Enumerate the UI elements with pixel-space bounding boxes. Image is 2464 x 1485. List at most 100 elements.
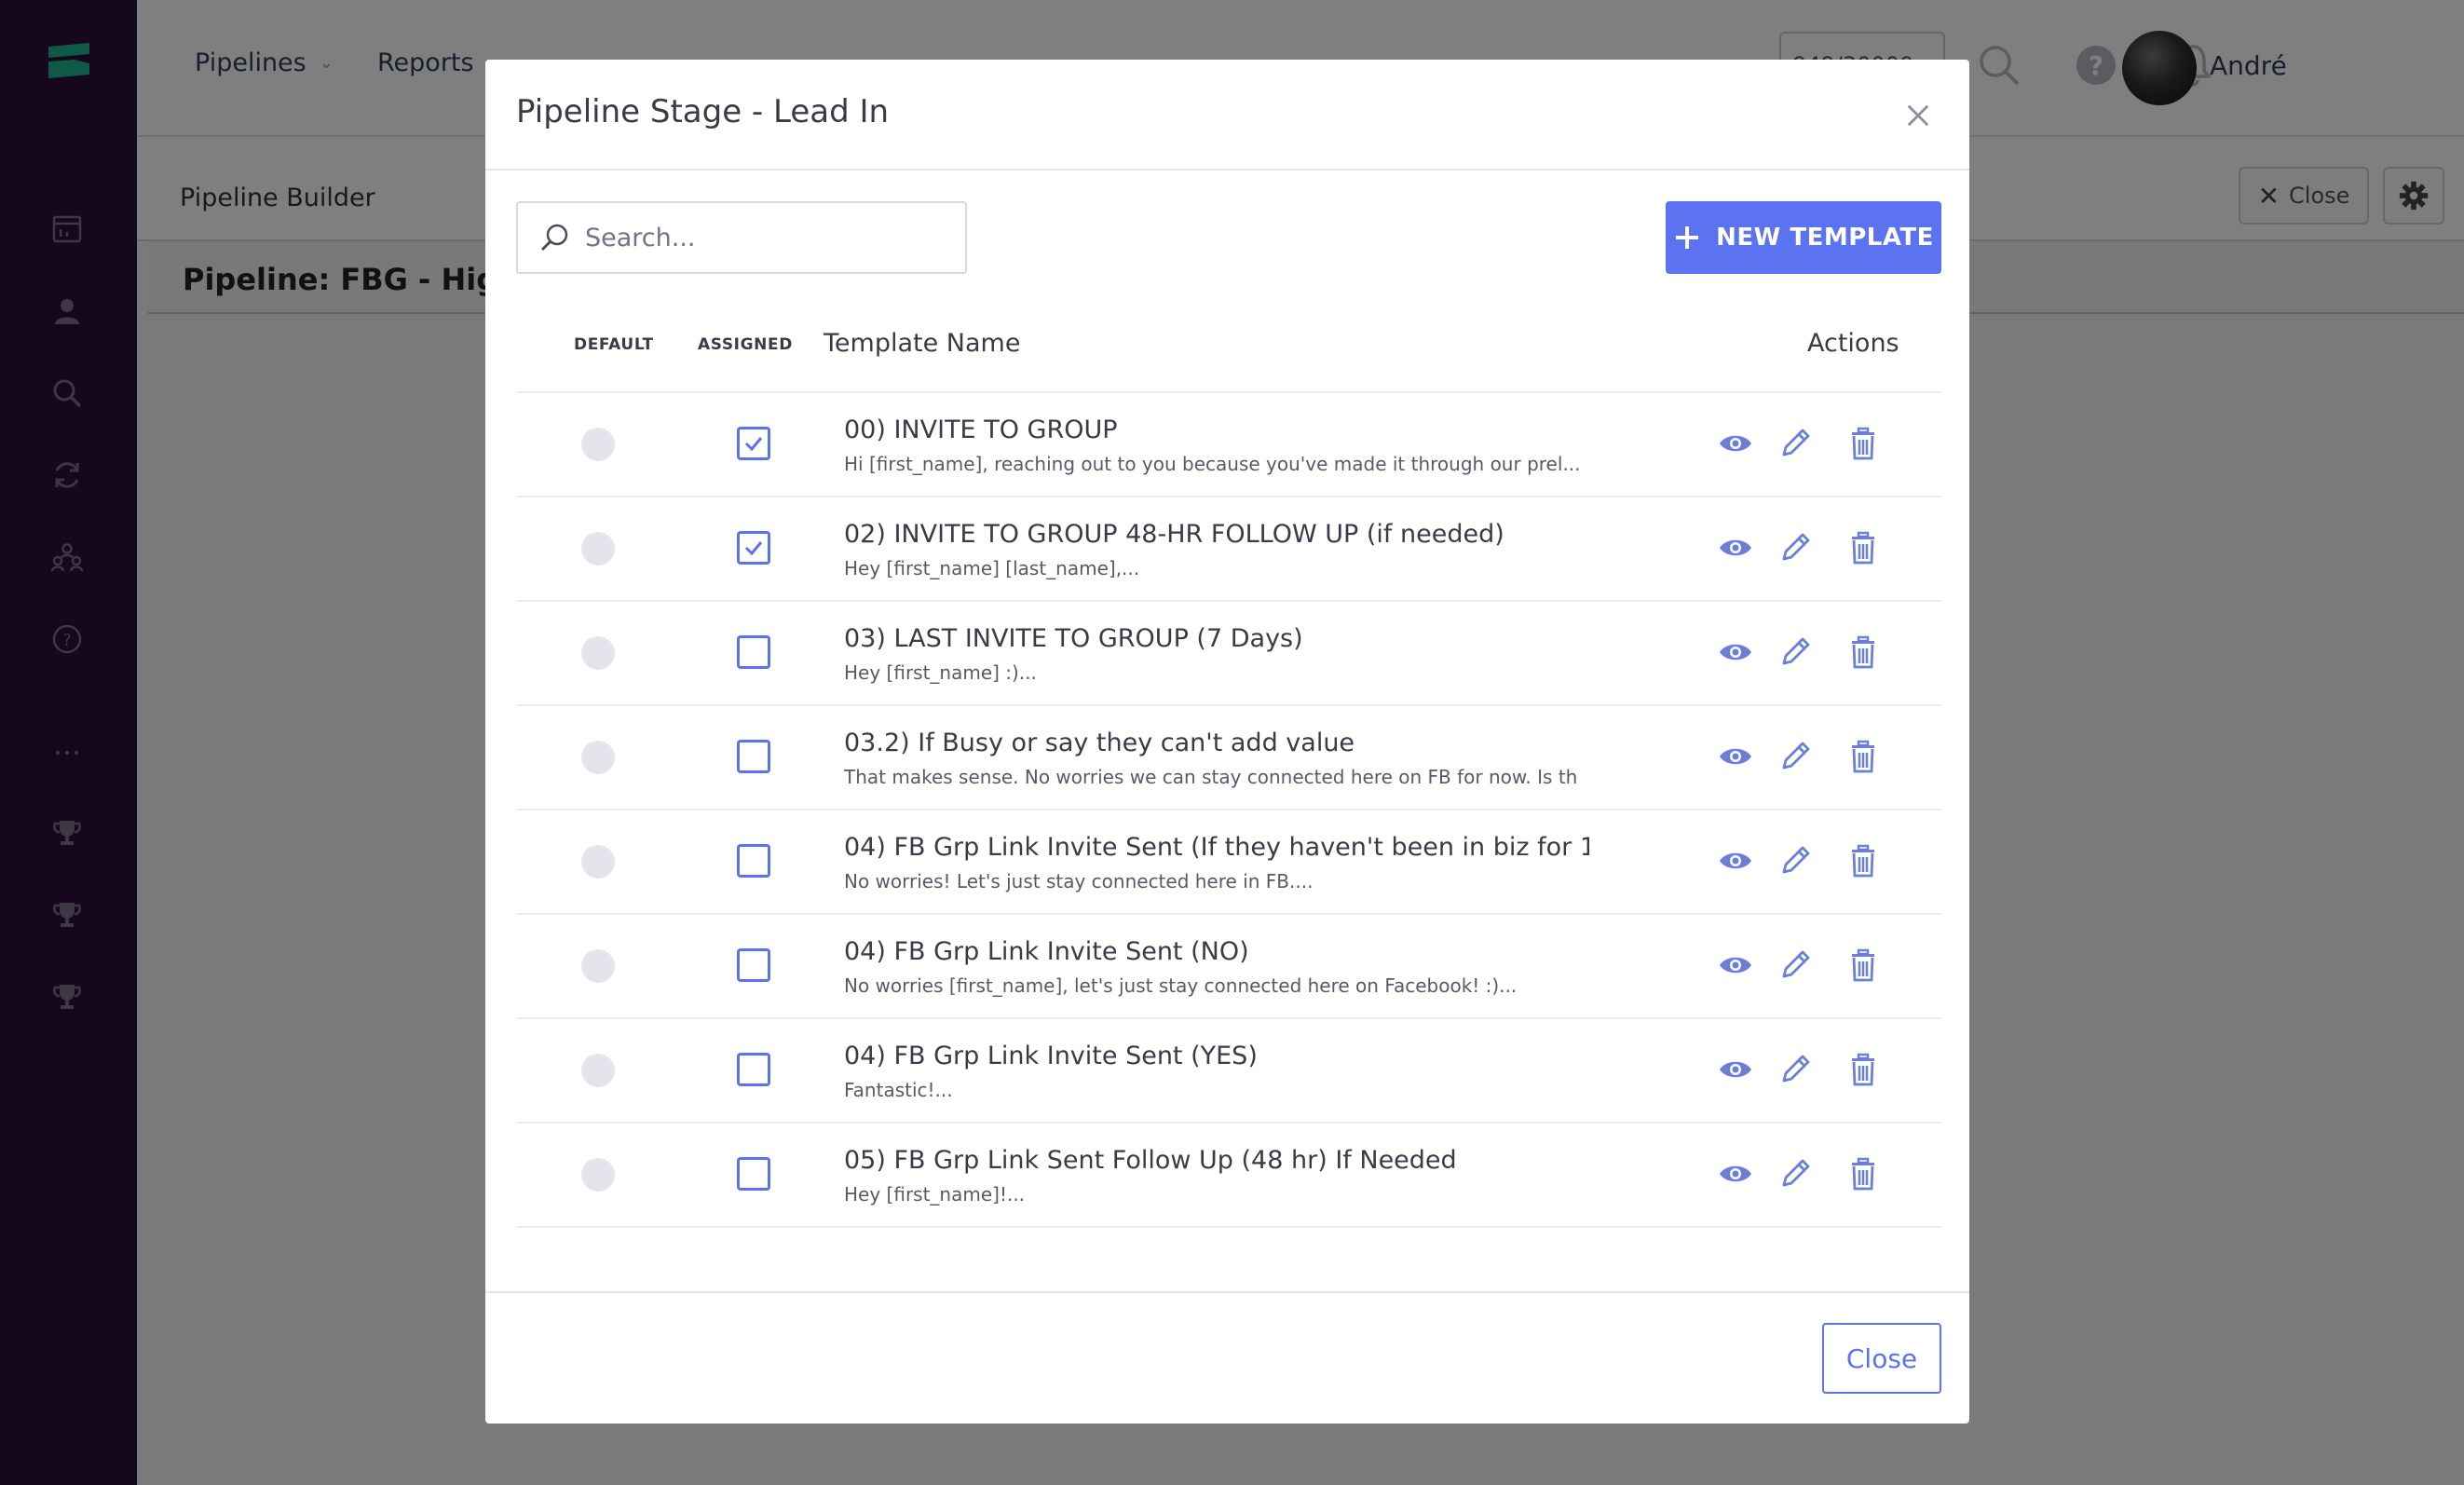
column-default: DEFAULT <box>574 335 654 354</box>
table-row: 03.2) If Busy or say they can't add valu… <box>516 706 1941 811</box>
default-radio[interactable] <box>581 1054 615 1087</box>
edit-button[interactable] <box>1777 738 1814 775</box>
template-preview: Hey [first_name] :)... <box>844 661 1037 684</box>
template-name: 05) FB Grp Link Sent Follow Up (48 hr) I… <box>844 1146 1457 1175</box>
default-radio[interactable] <box>581 532 615 565</box>
table-row: 04) FB Grp Link Invite Sent (NO) No worri… <box>516 915 1941 1019</box>
edit-button[interactable] <box>1777 1051 1814 1088</box>
assigned-checkbox[interactable] <box>737 844 770 878</box>
table-row: 05) FB Grp Link Sent Follow Up (48 hr) I… <box>516 1124 1941 1228</box>
delete-button[interactable] <box>1845 842 1882 879</box>
table-row: 03) LAST INVITE TO GROUP (7 Days) Hey [fi… <box>516 602 1941 706</box>
new-template-button[interactable]: NEW TEMPLATE <box>1666 201 1941 274</box>
table-row: 00) INVITE TO GROUP Hi [first_name], reac… <box>516 393 1941 497</box>
pencil-icon <box>1777 738 1814 775</box>
assigned-checkbox[interactable] <box>737 948 770 982</box>
template-preview: That makes sense. No worries we can stay… <box>844 766 1578 788</box>
assigned-checkbox[interactable] <box>737 427 770 460</box>
assigned-checkbox[interactable] <box>737 1157 770 1191</box>
trash-icon <box>1845 947 1882 984</box>
default-radio[interactable] <box>581 636 615 670</box>
pencil-icon <box>1777 947 1814 984</box>
table-row: 04) FB Grp Link Invite Sent (If they hav… <box>516 811 1941 915</box>
view-button[interactable] <box>1717 1155 1754 1192</box>
delete-button[interactable] <box>1845 529 1882 566</box>
assigned-checkbox[interactable] <box>737 740 770 773</box>
pencil-icon <box>1777 1051 1814 1088</box>
view-button[interactable] <box>1717 1051 1754 1088</box>
modal-footer: Close <box>485 1291 1969 1424</box>
pencil-icon <box>1777 1155 1814 1192</box>
pencil-icon <box>1777 529 1814 566</box>
trash-icon <box>1845 842 1882 879</box>
table-row: 04) FB Grp Link Invite Sent (YES) Fantast… <box>516 1019 1941 1124</box>
eye-icon <box>1717 529 1754 566</box>
view-button[interactable] <box>1717 634 1754 671</box>
close-button[interactable]: Close <box>1822 1323 1941 1394</box>
view-button[interactable] <box>1717 738 1754 775</box>
app-root: ? Pipelines ⌄ Reports 949/30000 ? <box>0 0 2464 1485</box>
assigned-checkbox[interactable] <box>737 635 770 669</box>
trash-icon <box>1845 529 1882 566</box>
view-button[interactable] <box>1717 529 1754 566</box>
delete-button[interactable] <box>1845 738 1882 775</box>
new-template-label: NEW TEMPLATE <box>1716 224 1934 252</box>
delete-button[interactable] <box>1845 634 1882 671</box>
search-icon <box>540 224 568 252</box>
eye-icon <box>1717 1051 1754 1088</box>
template-preview: Hey [first_name] [last_name],... <box>844 557 1140 579</box>
eye-icon <box>1717 634 1754 671</box>
view-button[interactable] <box>1717 425 1754 462</box>
default-radio[interactable] <box>581 1158 615 1192</box>
close-icon <box>1907 104 1929 127</box>
template-modal: Pipeline Stage - Lead In NEW TEMPLATE <box>485 60 1969 1424</box>
template-name: 00) INVITE TO GROUP <box>844 416 1118 444</box>
template-name: 03) LAST INVITE TO GROUP (7 Days) <box>844 624 1303 653</box>
column-actions: Actions <box>1807 329 1899 358</box>
pencil-icon <box>1777 425 1814 462</box>
column-assigned: ASSIGNED <box>698 335 793 354</box>
edit-button[interactable] <box>1777 1155 1814 1192</box>
delete-button[interactable] <box>1845 1051 1882 1088</box>
modal-header: Pipeline Stage - Lead In <box>485 60 1969 170</box>
delete-button[interactable] <box>1845 1155 1882 1192</box>
view-button[interactable] <box>1717 842 1754 879</box>
template-name: 04) FB Grp Link Invite Sent (If they hav… <box>844 833 1589 862</box>
trash-icon <box>1845 1051 1882 1088</box>
delete-button[interactable] <box>1845 947 1882 984</box>
assigned-checkbox[interactable] <box>737 531 770 565</box>
template-preview: No worries [first_name], let's just stay… <box>844 974 1518 997</box>
trash-icon <box>1845 738 1882 775</box>
template-preview: Fantastic!... <box>844 1079 953 1101</box>
eye-icon <box>1717 1155 1754 1192</box>
view-button[interactable] <box>1717 947 1754 984</box>
trash-icon <box>1845 1155 1882 1192</box>
template-preview: Hey [first_name]!... <box>844 1183 1026 1206</box>
default-radio[interactable] <box>581 949 615 983</box>
modal-title: Pipeline Stage - Lead In <box>516 93 890 130</box>
search-field[interactable] <box>516 201 967 274</box>
template-name: 04) FB Grp Link Invite Sent (YES) <box>844 1042 1258 1070</box>
template-preview: Hi [first_name], reaching out to you bec… <box>844 453 1581 475</box>
template-name: 04) FB Grp Link Invite Sent (NO) <box>844 937 1249 966</box>
edit-button[interactable] <box>1777 425 1814 462</box>
default-radio[interactable] <box>581 428 615 461</box>
default-radio[interactable] <box>581 741 615 774</box>
pencil-icon <box>1777 842 1814 879</box>
table-row: 02) INVITE TO GROUP 48-HR FOLLOW UP (if … <box>516 497 1941 602</box>
template-name: 02) INVITE TO GROUP 48-HR FOLLOW UP (if … <box>844 520 1504 549</box>
assigned-checkbox[interactable] <box>737 1053 770 1086</box>
default-radio[interactable] <box>581 845 615 879</box>
edit-button[interactable] <box>1777 529 1814 566</box>
eye-icon <box>1717 947 1754 984</box>
pencil-icon <box>1777 634 1814 671</box>
edit-button[interactable] <box>1777 634 1814 671</box>
edit-button[interactable] <box>1777 947 1814 984</box>
eye-icon <box>1717 738 1754 775</box>
template-table: 00) INVITE TO GROUP Hi [first_name], reac… <box>516 391 1941 1228</box>
edit-button[interactable] <box>1777 842 1814 879</box>
template-preview: No worries! Let's just stay connected he… <box>844 870 1314 892</box>
search-input[interactable] <box>585 223 939 252</box>
delete-button[interactable] <box>1845 425 1882 462</box>
modal-close-x-button[interactable] <box>1901 99 1935 132</box>
